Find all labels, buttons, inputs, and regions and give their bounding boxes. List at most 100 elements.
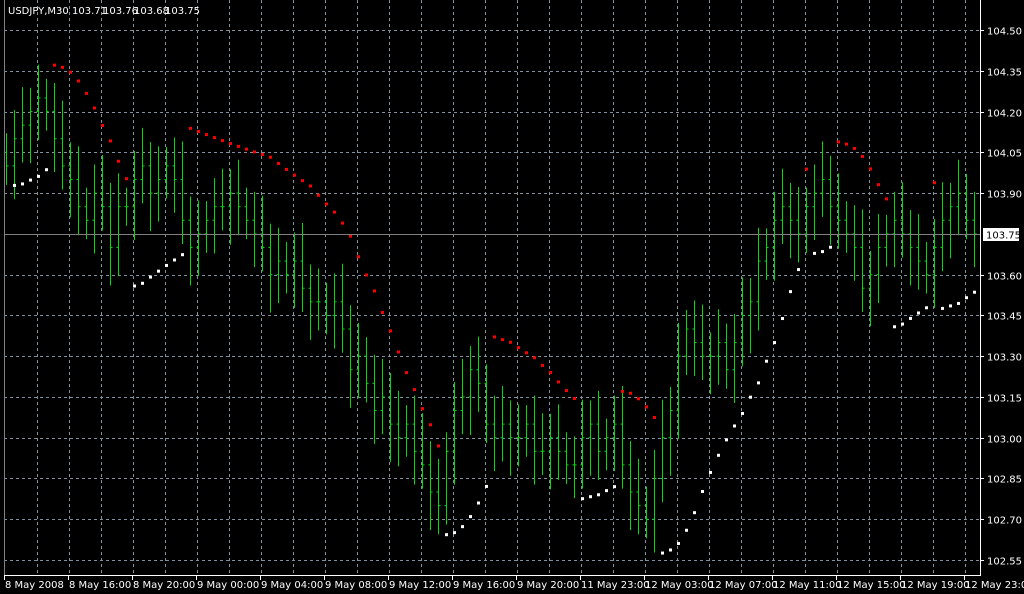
sar-dot bbox=[293, 173, 296, 177]
x-tick-label: 9 May 20:00 bbox=[517, 580, 579, 591]
ohlc-bar bbox=[236, 159, 241, 236]
sar-dot bbox=[373, 289, 376, 293]
sar-dot bbox=[973, 290, 976, 294]
y-tick-label: 103.45 bbox=[987, 312, 1022, 323]
ohlc-bar bbox=[116, 173, 121, 276]
sar-dot bbox=[357, 255, 360, 259]
sar-dot bbox=[77, 79, 80, 83]
sar-dot bbox=[581, 497, 584, 501]
ohlc-bar bbox=[804, 187, 809, 253]
ohlc-bar bbox=[692, 300, 697, 376]
sar-dot bbox=[141, 281, 144, 285]
sar-dot bbox=[405, 371, 408, 375]
parabolic-sar bbox=[13, 63, 976, 555]
sar-dot bbox=[773, 341, 776, 345]
sar-dot bbox=[189, 126, 192, 130]
x-tick-label: 12 May 23:00 bbox=[965, 580, 1024, 591]
sar-dot bbox=[597, 493, 600, 497]
y-tick-label: 104.05 bbox=[987, 149, 1022, 160]
sar-dot bbox=[885, 197, 888, 201]
x-tick-label: 11 May 23:00 bbox=[581, 580, 650, 591]
sar-dot bbox=[37, 174, 40, 178]
sar-dot bbox=[653, 415, 656, 419]
x-tick-label: 9 May 12:00 bbox=[389, 580, 451, 591]
y-tick-label: 104.50 bbox=[987, 27, 1022, 38]
sar-dot bbox=[229, 141, 232, 145]
ohlc-bar bbox=[444, 432, 449, 525]
sar-dot bbox=[437, 444, 440, 448]
sar-dot bbox=[461, 525, 464, 529]
sar-dot bbox=[93, 106, 96, 110]
ohlc-bar bbox=[364, 337, 369, 403]
sar-dot bbox=[789, 290, 792, 294]
ohlc-bar bbox=[588, 400, 593, 476]
sar-dot bbox=[589, 495, 592, 499]
sar-dot bbox=[253, 150, 256, 154]
sar-dot bbox=[429, 423, 432, 427]
sar-dot bbox=[645, 405, 648, 409]
sar-dot bbox=[949, 304, 952, 308]
sar-dot bbox=[877, 183, 880, 187]
sar-dot bbox=[701, 490, 704, 494]
sar-dot bbox=[621, 389, 624, 393]
sar-dot bbox=[733, 424, 736, 428]
sar-dot bbox=[117, 159, 120, 163]
sar-dot bbox=[805, 167, 808, 171]
ohlc-bar bbox=[620, 386, 625, 489]
sar-dot bbox=[13, 183, 16, 187]
sar-dot bbox=[285, 167, 288, 171]
ohlc-bar bbox=[348, 305, 353, 408]
ohlc-bar bbox=[188, 196, 193, 286]
ohlc-bar bbox=[44, 78, 49, 131]
ohlc-bar bbox=[796, 186, 801, 263]
sar-dot bbox=[277, 161, 280, 165]
ohlc-bar bbox=[660, 399, 665, 503]
sar-dot bbox=[269, 155, 272, 159]
sar-dot bbox=[69, 70, 72, 74]
sar-dot bbox=[453, 531, 456, 535]
price-chart[interactable]: 104.50 104.35 104.20 104.05 103.90 103.60 103.… bbox=[0, 0, 1024, 594]
ohlc-bar bbox=[892, 191, 897, 268]
ohlc-bar bbox=[428, 441, 433, 531]
ohlc-bar bbox=[316, 268, 321, 331]
ohlc-bar bbox=[908, 210, 913, 286]
sar-dot bbox=[341, 221, 344, 225]
ohlc-bar bbox=[404, 405, 409, 457]
sar-dot bbox=[525, 351, 528, 355]
y-tick-label: 103.00 bbox=[987, 435, 1022, 446]
x-tick-label: 9 May 16:00 bbox=[453, 580, 515, 591]
ohlc-bar bbox=[380, 358, 385, 435]
ohlc-bar bbox=[84, 187, 89, 240]
ohlc-bar bbox=[252, 191, 257, 268]
sar-dot bbox=[797, 268, 800, 272]
ohlc-bar bbox=[668, 386, 673, 476]
time-axis[interactable]: 8 May 2008 8 May 16:00 8 May 20:00 9 May 00… bbox=[4, 575, 1024, 591]
y-tick-label: 103.30 bbox=[987, 353, 1022, 364]
sar-dot bbox=[477, 501, 480, 505]
sar-dot bbox=[413, 388, 416, 392]
sar-dot bbox=[21, 182, 24, 186]
sar-dot bbox=[421, 407, 424, 411]
x-tick-label: 8 May 2008 bbox=[5, 580, 64, 591]
sar-dot bbox=[469, 515, 472, 519]
ohlc-bar bbox=[844, 201, 849, 253]
ohlc-bar bbox=[332, 273, 337, 349]
sar-dot bbox=[221, 139, 224, 143]
ohlc-bar bbox=[300, 222, 305, 312]
x-tick-label: 12 May 03:00 bbox=[645, 580, 714, 591]
ohlc-bar bbox=[172, 137, 177, 213]
sar-dot bbox=[309, 184, 312, 188]
ohlc-bar bbox=[876, 214, 881, 304]
price-axis[interactable]: 104.50 104.35 104.20 104.05 103.90 103.60 103.… bbox=[980, 27, 1022, 568]
sar-dot bbox=[533, 356, 536, 360]
y-tick-label: 103.60 bbox=[987, 272, 1022, 283]
ohlc-bar bbox=[212, 178, 217, 254]
ohlc-bar bbox=[492, 395, 497, 471]
ohlc-bar bbox=[860, 209, 865, 312]
sar-dot bbox=[165, 263, 168, 267]
y-tick-label: 104.20 bbox=[987, 109, 1022, 120]
sar-dot bbox=[677, 541, 680, 545]
ohlc-bar bbox=[148, 142, 153, 232]
ohlc-low: 103.68 bbox=[134, 6, 169, 17]
sar-dot bbox=[557, 380, 560, 384]
